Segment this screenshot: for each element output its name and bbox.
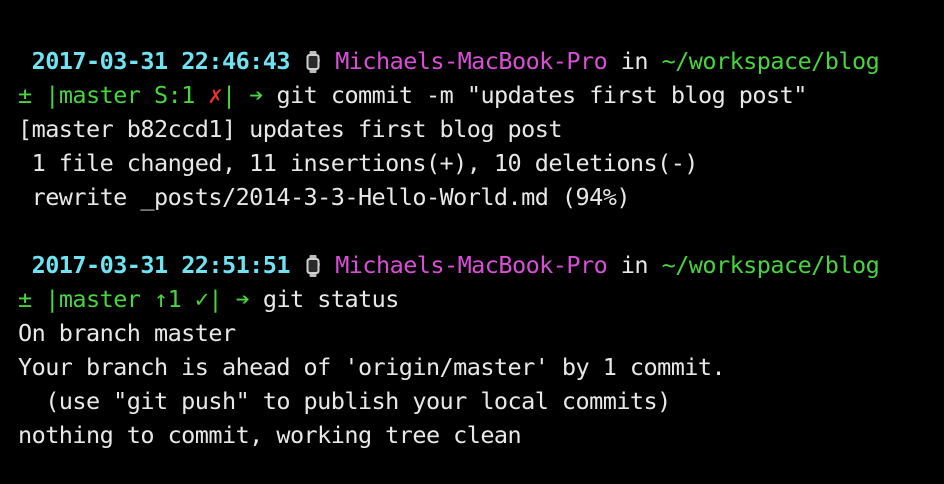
hostname: Michaels-MacBook-Pro — [335, 47, 608, 75]
prompt-header: 2017-03-31 22:46:43 Michaels-MacBook-Pro… — [18, 44, 880, 78]
timestamp: 2017-03-31 22:51:51 — [31, 251, 291, 279]
branch-close-bar: | — [222, 81, 236, 109]
prompt-arrow-icon: ➔ — [249, 81, 263, 109]
git-branch-status: |master ↑1 — [45, 285, 182, 313]
prompt-arrow-icon: ➔ — [235, 285, 250, 313]
command-text: git status — [262, 285, 400, 313]
output-line: 1 file changed, 11 insertions(+), 10 del… — [18, 149, 699, 177]
prompt-command-line: ± |master S:1 ✗| ➔ git commit -m "update… — [18, 78, 807, 112]
in-word: in — [620, 47, 649, 75]
clean-mark-icon: ✓ — [194, 285, 209, 313]
branch-close-bar: | — [208, 285, 223, 313]
working-directory: ~/workspace/blog — [661, 251, 880, 279]
output-line: On branch master — [18, 319, 236, 347]
watch-icon — [306, 255, 320, 277]
dirty-mark-icon: ✗ — [208, 81, 223, 109]
plus-minus-symbol: ± — [18, 285, 32, 313]
output-line: [master b82ccd1] updates first blog post — [18, 115, 562, 143]
plus-minus-symbol: ± — [18, 81, 32, 109]
prompt-command-line: ± |master ↑1 ✓| ➔ git status — [18, 282, 399, 316]
working-directory: ~/workspace/blog — [661, 47, 880, 75]
output-line: rewrite _posts/2014-3-3-Hello-World.md (… — [18, 183, 631, 211]
terminal-window[interactable]: 2017-03-31 22:46:43 Michaels-MacBook-Pro… — [0, 0, 944, 484]
command-text: git commit -m "updates first blog post" — [276, 81, 807, 109]
git-branch-status: |master S:1 — [45, 81, 195, 109]
in-word: in — [620, 251, 649, 279]
prompt-header: 2017-03-31 22:51:51 Michaels-MacBook-Pro… — [18, 248, 880, 282]
hostname: Michaels-MacBook-Pro — [335, 251, 608, 279]
output-line: nothing to commit, working tree clean — [18, 421, 522, 449]
output-line: (use "git push" to publish your local co… — [18, 387, 671, 415]
output-line: Your branch is ahead of 'origin/master' … — [18, 353, 726, 381]
timestamp: 2017-03-31 22:46:43 — [31, 47, 291, 75]
watch-icon — [306, 51, 320, 73]
